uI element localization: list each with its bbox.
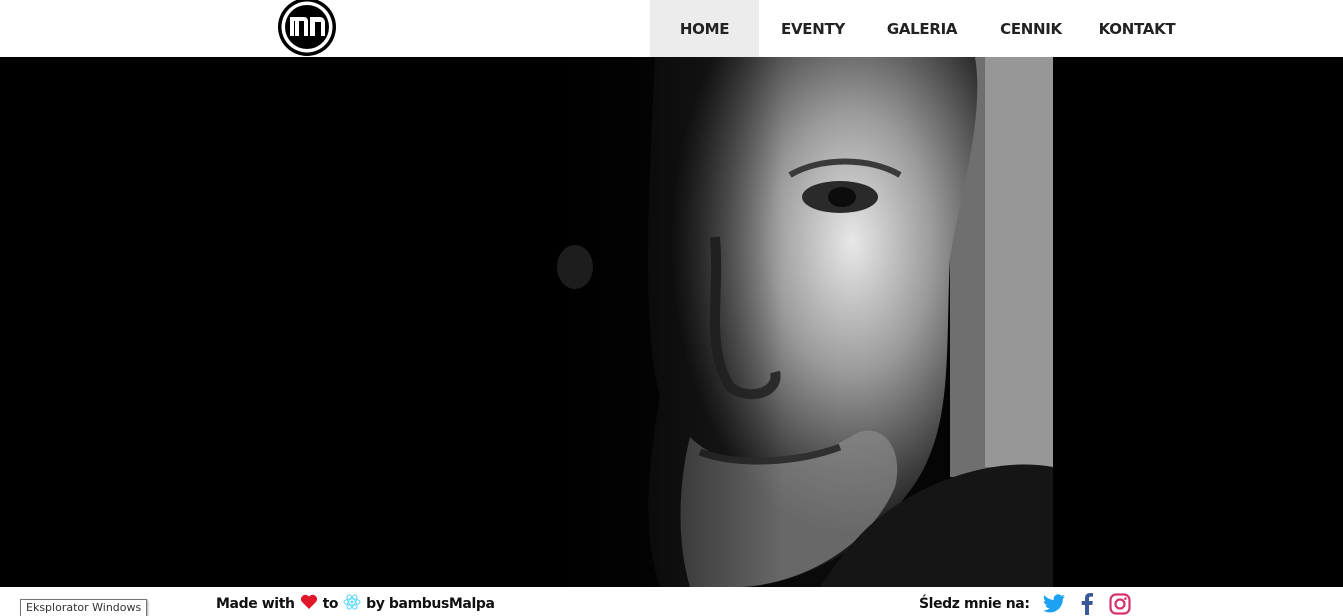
- main-navigation: HOME EVENTY GALERIA CENNIK KONTAKT: [650, 0, 1189, 57]
- nav-kontakt[interactable]: KONTAKT: [1085, 0, 1189, 57]
- site-header: HOME EVENTY GALERIA CENNIK KONTAKT: [0, 0, 1343, 57]
- facebook-icon[interactable]: [1075, 593, 1099, 615]
- instagram-icon[interactable]: [1108, 593, 1132, 615]
- nav-eventy[interactable]: EVENTY: [759, 0, 867, 57]
- site-footer: Made with to by bambusMalpa Śledz mnie n…: [0, 587, 1343, 616]
- nav-galeria[interactable]: GALERIA: [867, 0, 977, 57]
- social-links: [1042, 593, 1132, 615]
- made-to-label: to: [322, 596, 339, 612]
- windows-explorer-tooltip: Eksplorator Windows: [20, 599, 148, 616]
- site-logo[interactable]: [277, 0, 339, 57]
- made-with-credit: Made with to by bambusMalpa: [216, 593, 495, 615]
- author-credit: by bambusMalpa: [366, 596, 495, 612]
- made-with-label: Made with: [216, 596, 295, 612]
- heart-icon: [300, 594, 318, 614]
- nav-home[interactable]: HOME: [650, 0, 759, 57]
- react-icon: [343, 593, 361, 615]
- portrait-image: [0, 57, 1343, 587]
- hero-photo: [0, 57, 1343, 587]
- social-follow: Śledz mnie na:: [919, 593, 1132, 615]
- nav-cennik[interactable]: CENNIK: [977, 0, 1085, 57]
- twitter-icon[interactable]: [1042, 593, 1066, 615]
- follow-label: Śledz mnie na:: [919, 596, 1030, 612]
